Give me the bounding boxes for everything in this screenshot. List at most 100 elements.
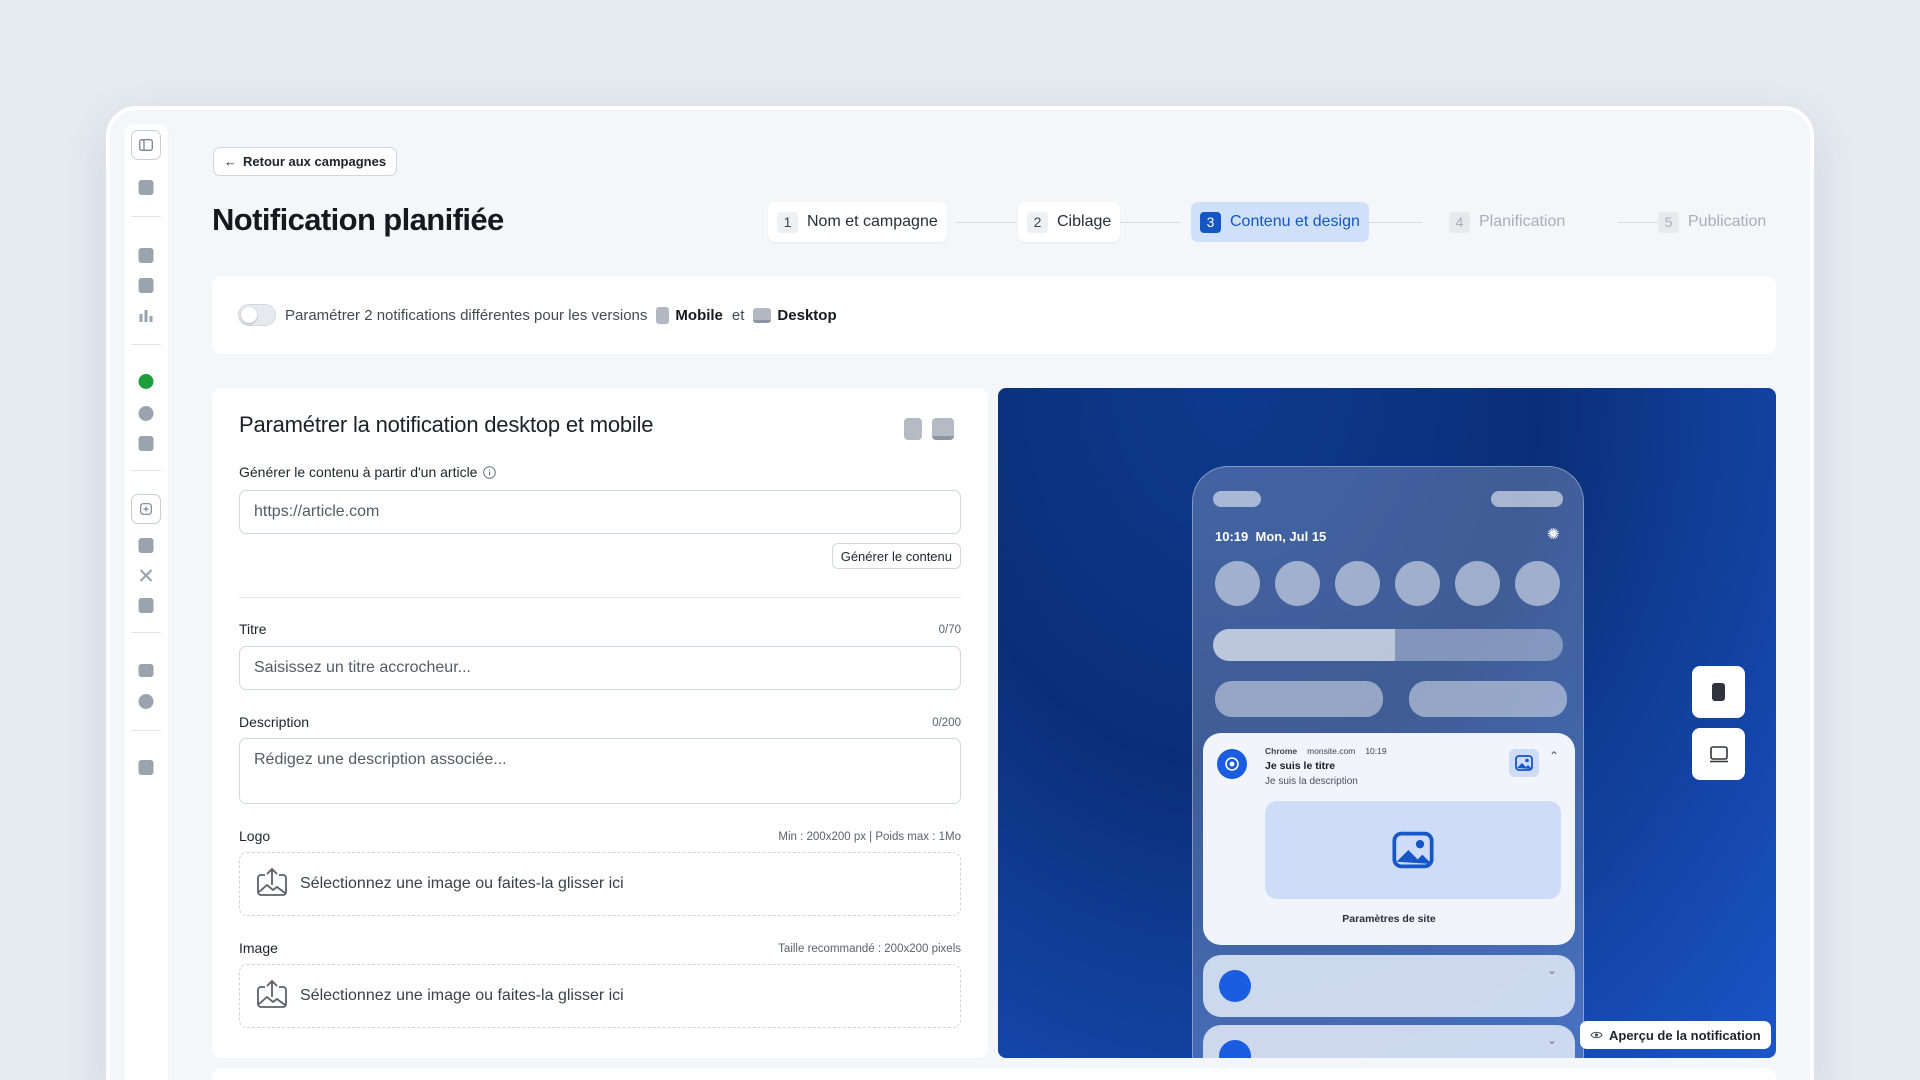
- desktop-tag: Desktop: [753, 307, 837, 324]
- desktop-view-button[interactable]: [1692, 728, 1745, 780]
- users-icon[interactable]: [138, 694, 154, 709]
- preview-label-button[interactable]: Aperçu de la notification: [1580, 1021, 1771, 1049]
- title-input[interactable]: Saisissez un titre accrocheur...: [239, 646, 961, 690]
- back-label: Retour aux campagnes: [243, 154, 387, 169]
- step-number: 3: [1200, 211, 1221, 233]
- quick-tile: [1215, 681, 1383, 717]
- chevron-up-icon[interactable]: ⌃: [1549, 749, 1559, 763]
- step-nom-et-campagne[interactable]: 1 Nom et campagne: [768, 202, 947, 242]
- step-planification[interactable]: 4 Planification: [1449, 202, 1565, 242]
- next-section-card: [212, 1068, 1776, 1080]
- description-label: Description: [239, 714, 310, 730]
- logo-hint: Min : 200x200 px | Poids max : 1Mo: [778, 831, 961, 843]
- site-settings-link[interactable]: Paramètres de site: [1203, 913, 1575, 925]
- generate-content-button[interactable]: Générer le contenu: [831, 543, 961, 569]
- quick-toggle: [1395, 561, 1440, 606]
- step-label: Ciblage: [1057, 213, 1112, 230]
- quick-toggle: [1455, 561, 1500, 606]
- image-upload-icon: [256, 979, 288, 1014]
- desktop-icon: [1709, 745, 1728, 762]
- step-label: Contenu et design: [1230, 213, 1360, 230]
- mobile-icon: [1712, 683, 1725, 701]
- server-icon[interactable]: [138, 664, 154, 677]
- title-label: Titre: [239, 621, 267, 637]
- step-number: 4: [1449, 211, 1470, 233]
- generate-label-row: Générer le contenu à partir d'un article: [239, 464, 497, 480]
- status-pill: [1491, 491, 1563, 507]
- app-window: ← Retour aux campagnes Notification plan…: [106, 106, 1814, 1080]
- arrow-left-icon: ←: [224, 154, 237, 169]
- back-button[interactable]: ← Retour aux campagnes: [213, 147, 398, 176]
- desktop-icon: [753, 307, 772, 323]
- notification-form: Paramétrer la notification desktop et mo…: [212, 388, 988, 1058]
- divider: [131, 730, 161, 731]
- lock-icon[interactable]: [138, 248, 154, 263]
- step-number: 1: [777, 211, 798, 233]
- home-icon[interactable]: [138, 180, 154, 195]
- sidebar-toggle-icon[interactable]: [131, 130, 161, 160]
- toggle-text: Paramétrer 2 notifications différentes p…: [285, 306, 648, 324]
- generate-label: Générer le contenu à partir d'un article: [239, 464, 478, 480]
- quick-toggle: [1515, 561, 1560, 606]
- desktop-icon[interactable]: [932, 418, 954, 440]
- info-icon[interactable]: [483, 465, 497, 479]
- logo-dropzone[interactable]: Sélectionnez une image ou faites-la glis…: [239, 852, 961, 916]
- image-label: Image: [239, 940, 278, 956]
- mobile-label: Mobile: [675, 306, 723, 324]
- article-url-input[interactable]: https://article.com: [239, 490, 961, 534]
- mobile-view-button[interactable]: [1692, 666, 1745, 718]
- robot-icon[interactable]: [138, 598, 154, 613]
- status-pill: [1213, 491, 1261, 507]
- trend-icon[interactable]: [138, 278, 154, 293]
- collapsed-notification: ⌄: [1203, 955, 1575, 1017]
- calendar-icon[interactable]: [138, 538, 154, 553]
- step-ciblage[interactable]: 2 Ciblage: [1018, 202, 1121, 242]
- phone-clock: 10:19 Mon, Jul 15: [1215, 529, 1327, 544]
- divider: [239, 597, 961, 598]
- notif-image-placeholder: [1265, 801, 1561, 899]
- app-avatar: [1219, 1040, 1251, 1058]
- form-heading: Paramétrer la notification desktop et mo…: [239, 412, 654, 437]
- phone-mockup: 10:19 Mon, Jul 15 ✺ Chrome monsite.com 1…: [1192, 466, 1584, 1058]
- quick-toggle: [1215, 561, 1260, 606]
- quick-toggle: [1335, 561, 1380, 606]
- notif-meta: Chrome monsite.com 10:19: [1265, 746, 1387, 756]
- description-counter: 0/200: [932, 717, 961, 729]
- chrome-icon: [1217, 749, 1247, 779]
- image-upload-icon: [256, 867, 288, 902]
- image-dropzone[interactable]: Sélectionnez une image ou faites-la glis…: [239, 964, 961, 1028]
- chevron-down-icon[interactable]: ⌄: [1547, 1033, 1557, 1047]
- dropzone-text: Sélectionnez une image ou faites-la glis…: [300, 875, 624, 892]
- step-publication[interactable]: 5 Publication: [1658, 202, 1766, 242]
- step-label: Nom et campagne: [807, 213, 938, 230]
- add-icon[interactable]: [131, 494, 161, 524]
- push-notification-card: Chrome monsite.com 10:19 Je suis le titr…: [1203, 733, 1575, 945]
- settings-gear-icon[interactable]: ✺: [1547, 525, 1560, 543]
- chevron-down-icon[interactable]: ⌄: [1547, 963, 1557, 977]
- logo-label: Logo: [239, 828, 271, 844]
- tools-icon[interactable]: [139, 568, 154, 583]
- quick-toggle: [1275, 561, 1320, 606]
- mobile-icon[interactable]: [904, 418, 922, 440]
- document-icon[interactable]: [138, 760, 154, 775]
- refresh-icon[interactable]: [138, 406, 154, 421]
- quick-tile: [1409, 681, 1567, 717]
- mobile-tag: Mobile: [656, 306, 723, 324]
- step-connector: [1120, 222, 1180, 223]
- pin-icon[interactable]: [138, 436, 154, 451]
- status-smile-icon[interactable]: [138, 374, 154, 389]
- image-hint: Taille recommandé : 200x200 pixels: [778, 943, 961, 955]
- mobile-icon: [656, 306, 670, 324]
- versions-toggle[interactable]: [238, 304, 276, 326]
- eye-icon: [1590, 1030, 1603, 1040]
- divider: [131, 632, 161, 633]
- app-avatar: [1219, 970, 1251, 1002]
- notif-image-thumb-icon: [1509, 749, 1539, 777]
- dropzone-text: Sélectionnez une image ou faites-la glis…: [300, 987, 624, 1004]
- brightness-slider: [1213, 629, 1563, 661]
- chart-icon[interactable]: [139, 308, 154, 323]
- step-contenu-et-design[interactable]: 3 Contenu et design: [1191, 202, 1369, 242]
- step-connector: [1368, 222, 1422, 223]
- description-textarea[interactable]: Rédigez une description associée...: [239, 738, 961, 804]
- title-counter: 0/70: [938, 624, 961, 636]
